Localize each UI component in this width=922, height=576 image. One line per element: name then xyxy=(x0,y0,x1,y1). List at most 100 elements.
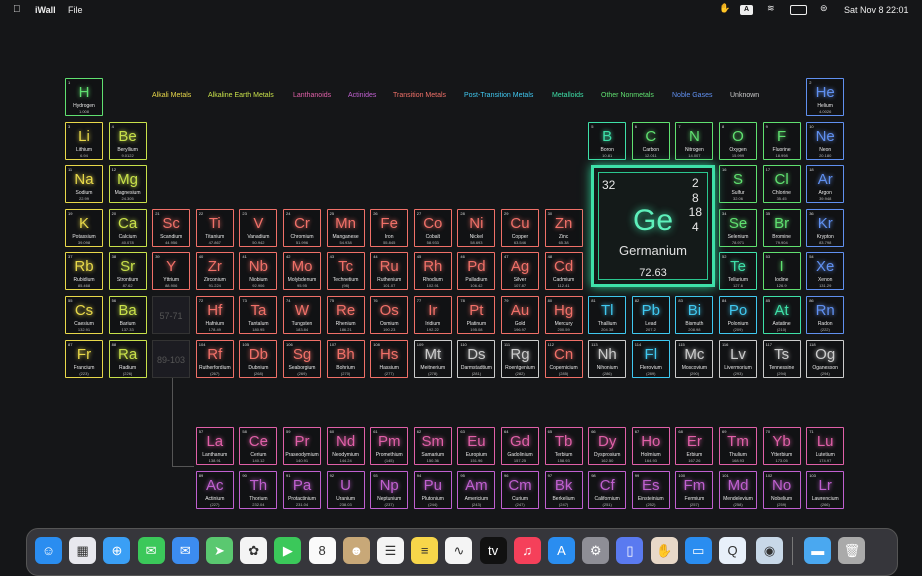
element-cell-pb[interactable]: 82 Pb Lead 207.2 xyxy=(631,296,670,334)
element-cell-eu[interactable]: 63 Eu Europium 151.96 xyxy=(457,427,496,465)
element-cell-nb[interactable]: 41 Nb Niobium 92.906 xyxy=(239,252,278,291)
facetime-icon[interactable]: ▶ xyxy=(274,537,302,564)
element-cell-ar[interactable]: 18 Ar Argon 39.948 xyxy=(806,165,845,204)
contacts-icon[interactable]: ☻ xyxy=(342,537,370,564)
legend-item[interactable]: Noble Gases xyxy=(672,92,712,99)
element-cell-tl[interactable]: 81 Tl Thallium 204.38 xyxy=(588,296,627,334)
element-cell-fe[interactable]: 26 Fe Iron 55.845 xyxy=(370,208,409,247)
element-cell-ru[interactable]: 44 Ru Ruthenium 101.07 xyxy=(370,252,409,291)
element-cell-rn[interactable]: 86 Rn Radon (222) xyxy=(806,296,845,334)
app-menu[interactable]: iWall xyxy=(35,5,56,15)
iphone-mirroring-icon[interactable]: ▯ xyxy=(616,537,644,564)
element-cell-he[interactable]: 2 He Helium 4.0026 xyxy=(806,78,845,116)
element-cell-co[interactable]: 27 Co Cobalt 58.933 xyxy=(413,208,452,247)
legend-item[interactable]: Other Nonmetals xyxy=(601,92,654,99)
element-cell-li[interactable]: 3 Li Lithium 6.94 xyxy=(65,121,103,160)
app-store-icon[interactable]: A xyxy=(548,537,575,564)
element-cell-pd[interactable]: 46 Pd Palladium 106.42 xyxy=(457,252,496,291)
element-cell-cf[interactable]: 98 Cf Californium (251) xyxy=(588,471,627,509)
text-input-icon[interactable]: A xyxy=(740,5,753,15)
safari-icon[interactable]: ⊕ xyxy=(103,537,131,564)
element-cell-mt[interactable]: 109 Mt Meitnerium (278) xyxy=(413,339,452,378)
legend-item[interactable]: Alkaline Earth Metals xyxy=(208,92,274,99)
element-cell-ag[interactable]: 47 Ag Silver 107.87 xyxy=(501,252,539,291)
element-cell-dy[interactable]: 66 Dy Dysprosium 162.50 xyxy=(588,427,627,465)
element-cell-re[interactable]: 75 Re Rhenium 186.21 xyxy=(326,296,365,334)
element-cell-se[interactable]: 34 Se Selenium 78.971 xyxy=(719,208,757,247)
element-cell-rg[interactable]: 111 Rg Roentgenium (282) xyxy=(501,339,539,378)
element-cell-v[interactable]: 23 V Vanadium 50.942 xyxy=(239,208,278,247)
legend-item[interactable]: Transition Metals xyxy=(393,92,446,99)
element-cell-no[interactable]: 102 No Nobelium (259) xyxy=(762,471,801,509)
element-cell-cd[interactable]: 48 Cd Cadmium 112.41 xyxy=(544,252,583,291)
legend-item[interactable]: Unknown xyxy=(730,92,759,99)
element-cell-mo[interactable]: 42 Mo Molybdenum 95.95 xyxy=(283,252,321,291)
calendar-icon[interactable]: 8 xyxy=(308,537,336,564)
element-cell-cm[interactable]: 96 Cm Curium (247) xyxy=(501,471,539,509)
element-cell-sc[interactable]: 21 Sc Scandium 44.956 xyxy=(152,208,191,247)
element-cell-ne[interactable]: 10 Ne Neon 20.180 xyxy=(806,121,845,160)
element-cell-s[interactable]: 16 S Sulfur 32.06 xyxy=(719,165,757,204)
element-cell-pt[interactable]: 78 Pt Platinum 195.08 xyxy=(457,296,496,334)
element-cell-lv[interactable]: 116 Lv Livermorium (293) xyxy=(719,339,757,378)
element-cell-tm[interactable]: 69 Tm Thulium 168.93 xyxy=(719,427,757,465)
element-cell-na[interactable]: 11 Na Sodium 22.99 xyxy=(65,165,103,204)
mail-icon[interactable]: ✉ xyxy=(171,537,199,564)
element-cell-hg[interactable]: 80 Hg Mercury 200.59 xyxy=(544,296,583,334)
element-cell-te[interactable]: 52 Te Tellurium 127.6 xyxy=(719,252,757,291)
element-cell-ra[interactable]: 88 Ra Radium (226) xyxy=(108,339,147,378)
element-cell-es[interactable]: 99 Es Einsteinium (252) xyxy=(631,471,670,509)
file-menu[interactable]: File xyxy=(68,5,83,15)
element-cell-mg[interactable]: 12 Mg Magnesium 24.305 xyxy=(108,165,147,204)
element-cell-hf[interactable]: 72 Hf Hafnium 178.49 xyxy=(195,296,234,334)
system-settings-icon[interactable]: ⚙ xyxy=(582,537,610,564)
element-cell-th[interactable]: 90 Th Thorium 232.04 xyxy=(239,471,278,509)
element-cell-k[interactable]: 19 K Potassium 39.098 xyxy=(65,208,103,247)
element-cell-at[interactable]: 85 At Astatine (210) xyxy=(762,296,801,334)
tv-icon[interactable]: tv xyxy=(479,537,507,564)
element-cell-np[interactable]: 93 Np Neptunium (237) xyxy=(370,471,409,509)
element-cell-u[interactable]: 92 U Uranium 238.03 xyxy=(326,471,365,509)
element-cell-sm[interactable]: 62 Sm Samarium 150.36 xyxy=(413,427,452,465)
messages-icon[interactable]: ✉ xyxy=(137,537,165,564)
launchpad-icon[interactable]: ▦ xyxy=(69,537,97,564)
element-cell-tc[interactable]: 43 Tc Technetium (98) xyxy=(326,252,365,291)
hand-icon[interactable]: ✋ xyxy=(719,3,730,14)
element-cell-zr[interactable]: 40 Zr Zirconium 91.224 xyxy=(195,252,234,291)
element-cell-y[interactable]: 39 Y Yttrium 88.906 xyxy=(152,252,191,291)
element-cell-ir[interactable]: 77 Ir Iridium 192.22 xyxy=(413,296,452,334)
element-cell-au[interactable]: 79 Au Gold 196.97 xyxy=(501,296,539,334)
element-cell-og[interactable]: 118 Og Oganesson (294) xyxy=(806,339,845,378)
element-cell-n[interactable]: 7 N Nitrogen 14.007 xyxy=(675,121,714,160)
element-cell-er[interactable]: 68 Er Erbium 167.26 xyxy=(675,427,714,465)
element-cell-os[interactable]: 76 Os Osmium 190.23 xyxy=(370,296,409,334)
element-cell-la[interactable]: 57 La Lanthanum 138.91 xyxy=(195,427,234,465)
control-center-icon[interactable]: ⊜ xyxy=(820,3,828,14)
element-cell-ts[interactable]: 117 Ts Tennessine (294) xyxy=(762,339,801,378)
element-cell-fm[interactable]: 100 Fm Fermium (257) xyxy=(675,471,714,509)
element-cell-pu[interactable]: 94 Pu Plutonium (244) xyxy=(413,471,452,509)
battery-icon[interactable] xyxy=(790,5,807,15)
element-cell-i[interactable]: 53 I Iodine 126.9 xyxy=(762,252,801,291)
apple-icon[interactable]:  xyxy=(13,4,21,15)
element-cell-sg[interactable]: 106 Sg Seaborgium (269) xyxy=(283,339,321,378)
element-cell-mc[interactable]: 115 Mc Moscovium (290) xyxy=(675,339,714,378)
remote-desktop-icon[interactable]: ▭ xyxy=(684,537,712,564)
element-cell-rh[interactable]: 45 Rh Rhodium 102.91 xyxy=(413,252,452,291)
element-cell-ho[interactable]: 67 Ho Holmium 164.93 xyxy=(631,427,670,465)
element-cell-nh[interactable]: 113 Nh Nihonium (286) xyxy=(588,339,627,378)
trash-icon[interactable]: 🗑 xyxy=(838,537,866,564)
element-cell-ta[interactable]: 73 Ta Tantalum 180.95 xyxy=(239,296,278,334)
reminders-icon[interactable]: ☰ xyxy=(377,537,404,564)
element-cell-ca[interactable]: 20 Ca Calcium 40.078 xyxy=(108,208,147,247)
element-cell-h[interactable]: 1 H Hydrogen 1.008 xyxy=(65,78,103,116)
element-cell-xe[interactable]: 54 Xe Xenon 131.29 xyxy=(806,252,845,291)
legend-item[interactable]: Lanthanoids xyxy=(293,92,331,99)
element-cell-ce[interactable]: 58 Ce Cerium 140.12 xyxy=(239,427,278,465)
element-cell-c[interactable]: 6 C Carbon 12.011 xyxy=(631,121,670,160)
element-cell-mn[interactable]: 25 Mn Manganese 54.938 xyxy=(326,208,365,247)
element-cell-lu[interactable]: 71 Lu Lutetium 174.97 xyxy=(806,427,845,465)
element-cell-f[interactable]: 9 F Fluorine 18.998 xyxy=(762,121,801,160)
element-cell-br[interactable]: 35 Br Bromine 79.904 xyxy=(762,208,801,247)
element-cell-sr[interactable]: 38 Sr Strontium 87.62 xyxy=(108,252,147,291)
